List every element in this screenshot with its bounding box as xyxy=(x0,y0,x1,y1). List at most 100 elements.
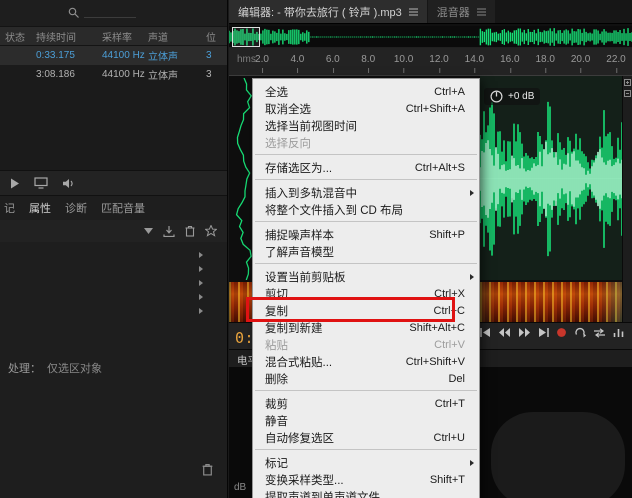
skip-end-icon[interactable] xyxy=(538,327,549,338)
menu-item-label: 了解声音模型 xyxy=(265,246,334,259)
swap-icon[interactable] xyxy=(593,327,606,338)
ruler-tick-label: 16.0 xyxy=(500,54,520,73)
menu-separator xyxy=(255,179,477,180)
context-menu-item[interactable]: 了解声音模型 xyxy=(253,243,479,260)
loop-icon[interactable] xyxy=(574,327,586,338)
output-device-icon[interactable] xyxy=(34,177,48,189)
meter-icon[interactable] xyxy=(613,327,624,338)
context-menu-item-copy[interactable]: 复制 Ctrl+C xyxy=(253,302,479,319)
column-header[interactable]: 持续时间 xyxy=(34,29,102,44)
context-menu-item[interactable]: 提取声道到单声道文件 xyxy=(253,488,479,498)
dropdown-caret-icon[interactable] xyxy=(144,228,153,234)
context-menu-item[interactable]: 选择反向 xyxy=(253,134,479,151)
record-icon[interactable] xyxy=(556,327,567,338)
process-label: 处理： xyxy=(8,363,41,375)
audition-window: 状态 持续时间 采样率 声道位 0:33.175 44100 Hz 立体声 3 3:08.18… xyxy=(0,0,632,498)
column-header[interactable]: 状态 xyxy=(0,29,34,44)
list-item[interactable] xyxy=(0,304,227,318)
column-header[interactable]: 声道 xyxy=(148,29,206,44)
menu-separator xyxy=(255,449,477,450)
context-menu-item[interactable]: 剪切 Ctrl+X xyxy=(253,285,479,302)
context-menu-item[interactable]: 裁剪 Ctrl+T xyxy=(253,395,479,412)
column-header[interactable]: 位 xyxy=(206,29,224,44)
submenu-arrow-icon xyxy=(469,189,475,197)
menu-item-label: 裁剪 xyxy=(265,398,288,411)
file-row[interactable]: 0:33.175 44100 Hz 立体声 3 xyxy=(0,46,227,65)
context-menu-item[interactable]: 标记 xyxy=(253,454,479,471)
import-icon[interactable] xyxy=(163,225,175,237)
panel-tab[interactable]: 记 xyxy=(4,200,15,216)
menu-item-label: 混合式粘贴... xyxy=(265,356,333,369)
list-item[interactable] xyxy=(0,276,227,290)
tab-editor-label: 编辑器: - 带你去旅行 ( 铃声 ).mp3 xyxy=(238,6,402,19)
context-menu-item[interactable]: 选择当前视图时间 xyxy=(253,117,479,134)
file-cell: 3 xyxy=(206,69,212,80)
zoom-in-icon[interactable] xyxy=(624,79,631,86)
trash-icon[interactable] xyxy=(185,225,195,237)
context-menu-item[interactable]: 捕捉噪声样本 Shift+P xyxy=(253,226,479,243)
menu-item-label: 自动修复选区 xyxy=(265,432,334,445)
trash-icon[interactable] xyxy=(202,463,213,476)
spectral-display-right[interactable] xyxy=(480,282,622,322)
file-row[interactable]: 3:08.186 44100 Hz 立体声 3 xyxy=(0,65,227,84)
context-menu-item[interactable]: 变换采样类型... Shift+T xyxy=(253,471,479,488)
search-icon[interactable] xyxy=(68,7,80,19)
menu-item-label: 复制 xyxy=(265,305,288,318)
context-menu-item[interactable]: 全选 Ctrl+A xyxy=(253,83,479,100)
lower-panel-toolbar xyxy=(0,220,227,242)
panel-tab[interactable]: 属性 xyxy=(29,200,51,216)
play-icon[interactable] xyxy=(10,178,20,189)
panel-menu-icon[interactable] xyxy=(408,7,418,16)
menu-item-label: 取消全选 xyxy=(265,103,311,116)
context-menu-item[interactable]: 存储选区为... Ctrl+Alt+S xyxy=(253,159,479,176)
star-icon[interactable] xyxy=(205,225,217,237)
context-menu-item[interactable]: 取消全选 Ctrl+Shift+A xyxy=(253,100,479,117)
overview-selection-box[interactable] xyxy=(232,27,260,47)
context-menu-item[interactable]: 粘贴 Ctrl+V xyxy=(253,336,479,353)
panel-tab[interactable]: 匹配音量 xyxy=(101,200,145,216)
context-menu: 全选 Ctrl+A 取消全选 Ctrl+Shift+A 选择当前视图时间 选择反向存储选区… xyxy=(252,78,480,498)
column-header[interactable]: 采样率 xyxy=(102,29,148,44)
tab-mixer[interactable]: 混音器 xyxy=(427,0,495,23)
process-value[interactable]: 仅选区对象 xyxy=(47,363,102,375)
knob-icon[interactable] xyxy=(490,90,503,103)
list-item[interactable] xyxy=(0,262,227,276)
menu-item-shortcut: Shift+T xyxy=(429,473,465,486)
menu-separator xyxy=(255,390,477,391)
menu-item-shortcut: Ctrl+A xyxy=(434,85,465,98)
waveform-selected-region[interactable]: +0 dB xyxy=(480,76,622,280)
context-menu-item[interactable]: 复制到新建 Shift+Alt+C xyxy=(253,319,479,336)
file-cell: 0:33.175 xyxy=(36,50,75,61)
zoom-out-icon[interactable] xyxy=(624,90,631,97)
menu-item-shortcut: Ctrl+X xyxy=(434,287,465,300)
context-menu-item[interactable]: 自动修复选区 Ctrl+U xyxy=(253,429,479,446)
waveform-overview-strip[interactable] xyxy=(229,26,632,48)
tab-editor[interactable]: 编辑器: - 带你去旅行 ( 铃声 ).mp3 xyxy=(229,0,427,23)
list-item[interactable] xyxy=(0,248,227,262)
skip-start-icon[interactable] xyxy=(480,327,491,338)
list-item[interactable] xyxy=(0,290,227,304)
files-list-empty-area[interactable] xyxy=(0,84,227,170)
ruler-tick-label: 14.0 xyxy=(464,54,485,73)
context-menu-item[interactable]: 插入到多轨混音中 xyxy=(253,184,479,201)
gain-value: +0 dB xyxy=(508,91,535,102)
ruler-tick-label: 12.0 xyxy=(429,54,449,73)
menu-item-label: 设置当前剪贴板 xyxy=(265,271,346,284)
rewind-icon[interactable] xyxy=(498,327,511,338)
fast-forward-icon[interactable] xyxy=(518,327,531,338)
context-menu-item[interactable]: 删除 Del xyxy=(253,370,479,387)
timeline-ruler[interactable]: hms 2.0 4.0 6.0 8.0 10.0 12.0 14.0 16.0 18.0 20.0… xyxy=(229,48,632,76)
vertical-scrollbar[interactable] xyxy=(622,76,632,322)
panel-tab[interactable]: 诊断 xyxy=(65,200,87,216)
speaker-icon[interactable] xyxy=(62,178,75,189)
context-menu-item[interactable]: 将整个文件插入到 CD 布局 xyxy=(253,201,479,218)
chevron-right-icon xyxy=(199,294,203,300)
context-menu-item[interactable]: 混合式粘贴... Ctrl+Shift+V xyxy=(253,353,479,370)
panel-menu-icon[interactable] xyxy=(476,7,486,16)
context-menu-item[interactable]: 静音 xyxy=(253,412,479,429)
context-menu-item[interactable]: 设置当前剪贴板 xyxy=(253,268,479,285)
gain-hud[interactable]: +0 dB xyxy=(484,88,541,105)
search-input[interactable] xyxy=(84,17,136,18)
file-cell: 3:08.186 xyxy=(36,69,75,80)
menu-item-shortcut: Shift+Alt+C xyxy=(409,321,465,334)
